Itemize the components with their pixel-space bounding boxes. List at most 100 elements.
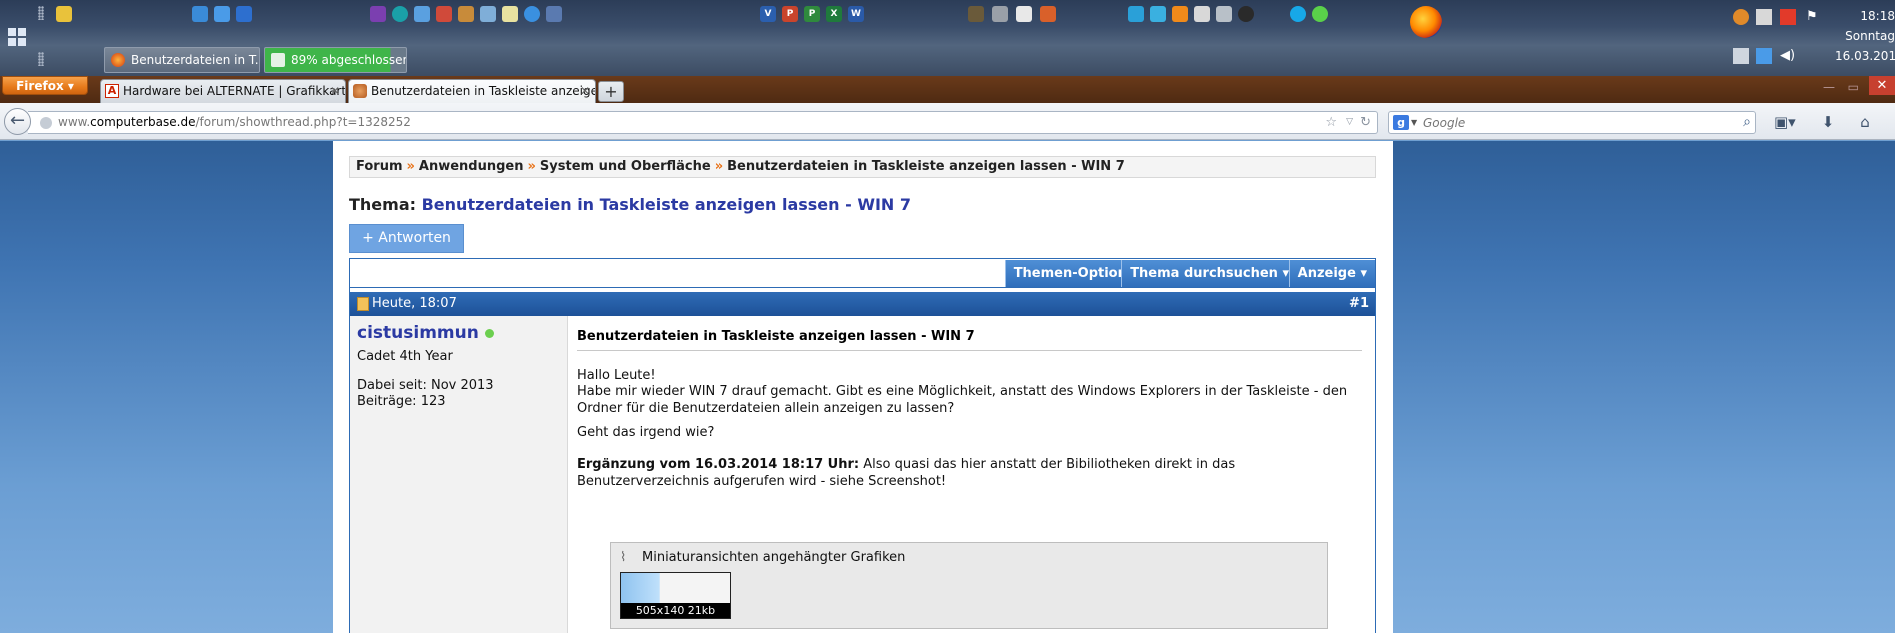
app-icon[interactable] (436, 6, 452, 22)
app-icon[interactable] (1128, 6, 1144, 22)
notepad-icon[interactable] (502, 6, 518, 22)
app-icon[interactable] (1238, 6, 1254, 22)
visio-icon[interactable]: V (760, 6, 776, 22)
search-thread-menu[interactable]: Thema durchsuchen ▾ (1121, 260, 1297, 287)
username-link[interactable]: cistusimmun (357, 323, 494, 343)
breadcrumb-system[interactable]: System und Oberfläche (540, 159, 711, 174)
page-background: Forum» Anwendungen» System und Oberfläche»… (0, 141, 1895, 633)
vlc-icon[interactable] (1172, 6, 1188, 22)
app-icon[interactable] (546, 6, 562, 22)
display-menu[interactable]: Anzeige ▾ (1288, 260, 1375, 287)
reply-button[interactable]: + Antworten (349, 224, 464, 253)
post-title: Benutzerdateien in Taskleiste anzeigen l… (577, 329, 1362, 351)
app-icon[interactable] (1150, 6, 1166, 22)
chevron-down-icon[interactable]: ▼ (1411, 114, 1417, 131)
powerpoint-icon[interactable]: P (782, 6, 798, 22)
start-button[interactable] (8, 28, 28, 48)
dropbox-icon[interactable] (1756, 48, 1772, 64)
google-icon[interactable]: g (1393, 115, 1409, 130)
app-icon[interactable] (192, 6, 208, 22)
post-number-link[interactable]: #1 (1349, 292, 1369, 316)
speaker-icon[interactable] (1216, 6, 1232, 22)
tray-app-icon[interactable] (1780, 9, 1796, 25)
virtualbox-icon[interactable] (480, 6, 496, 22)
url-bar[interactable]: www.computerbase.de/forum/showthread.php… (28, 111, 1378, 134)
home-icon[interactable]: ⌂ (1855, 113, 1875, 131)
skype-icon[interactable] (1290, 6, 1306, 22)
close-window-icon[interactable]: ✕ (1869, 76, 1895, 95)
breadcrumb-thread[interactable]: Benutzerdateien in Taskleiste anzeigen l… (727, 159, 1125, 174)
app-icon[interactable] (1194, 6, 1210, 22)
search-input[interactable] (1423, 113, 1723, 132)
toolbar-grip[interactable] (38, 6, 44, 20)
attachment-thumbnail[interactable]: 505x140 21kb (620, 572, 731, 619)
breadcrumb: Forum» Anwendungen» System und Oberfläche»… (349, 156, 1376, 178)
new-tab-button[interactable]: + (598, 81, 624, 102)
close-tab-icon[interactable]: ✕ (580, 80, 590, 102)
user-posts: Beiträge: 123 (357, 394, 446, 409)
back-button[interactable]: ← (4, 108, 31, 135)
search-bar: g ▼ ⌕ (1388, 111, 1756, 134)
arduino-icon[interactable] (392, 6, 408, 22)
forum-content: Forum» Anwendungen» System und Oberfläche»… (333, 141, 1393, 633)
folder-icon[interactable] (56, 6, 72, 22)
visual-studio-icon[interactable] (370, 6, 386, 22)
firefox-icon[interactable] (1410, 6, 1442, 38)
taskbar-task-download[interactable]: 89% abgeschlossen (264, 47, 407, 73)
firefox-icon (111, 53, 125, 67)
thread-title-link[interactable]: Benutzerdateien in Taskleiste anzeigen l… (422, 195, 911, 214)
reload-icon[interactable]: ↻ (1360, 113, 1371, 132)
dropbox-icon[interactable] (214, 6, 230, 22)
user-info-panel: cistusimmun Cadet 4th Year Dabei seit: N… (350, 316, 568, 633)
bookmarks-icon[interactable]: ▣▾ (1774, 113, 1796, 131)
search-icon[interactable]: ⌕ (1743, 112, 1751, 133)
icq-icon[interactable] (1312, 6, 1328, 22)
close-tab-icon[interactable]: ✕ (330, 80, 340, 102)
breadcrumb-forum[interactable]: Forum (356, 159, 403, 174)
browser-tab-strip: Firefox ▾ A Hardware bei ALTERNATE | Gra… (0, 76, 1895, 103)
download-arrow-icon[interactable]: ⬇ (1818, 113, 1838, 131)
globe-icon (40, 117, 52, 129)
toolbar-grip[interactable] (38, 52, 44, 66)
taskbar-task-firefox[interactable]: Benutzerdateien in T... (104, 47, 260, 73)
post-question: Geht das irgend wie? (577, 425, 715, 440)
network-icon[interactable] (1733, 48, 1749, 64)
tray-app-icon[interactable] (1756, 9, 1772, 25)
app-icon[interactable] (992, 6, 1008, 22)
bookmark-star-icon[interactable]: ☆ (1325, 113, 1337, 132)
tab-alternate[interactable]: A Hardware bei ALTERNATE | Grafikkart...… (100, 79, 346, 103)
tray-app-icon[interactable] (1733, 9, 1749, 25)
post-container: Themen-Optionen ▾ Thema durchsuchen ▾ An… (349, 258, 1376, 633)
minimize-icon[interactable]: — (1823, 78, 1835, 96)
post-text: Habe mir wieder WIN 7 drauf gemacht. Gib… (577, 384, 1348, 416)
game-icon[interactable] (968, 6, 984, 22)
alternate-favicon: A (105, 84, 119, 98)
post-icon (357, 297, 369, 311)
navigation-bar: www.computerbase.de/forum/showthread.php… (0, 103, 1895, 140)
app-icon[interactable] (1040, 6, 1056, 22)
breadcrumb-anwendungen[interactable]: Anwendungen (419, 159, 524, 174)
word-icon[interactable]: W (848, 6, 864, 22)
excel-icon[interactable]: X (826, 6, 842, 22)
maximize-icon[interactable]: ▭ (1848, 78, 1859, 96)
remote-desktop-icon[interactable] (236, 6, 252, 22)
download-icon (271, 53, 285, 67)
user-joined: Dabei seit: Nov 2013 (357, 378, 494, 393)
project-icon[interactable]: P (804, 6, 820, 22)
app-icon[interactable] (1016, 6, 1032, 22)
app-icon[interactable] (414, 6, 430, 22)
system-clock[interactable]: 18:18 Sonntag 16.03.2014 (1835, 6, 1895, 66)
thumbnail-caption: 505x140 21kb (635, 604, 716, 617)
volume-icon[interactable]: ◀) (1780, 48, 1796, 64)
tab-computerbase[interactable]: Benutzerdateien in Taskleiste anzeige...… (348, 79, 596, 103)
flag-icon[interactable]: ⚑ (1806, 9, 1822, 25)
app-icon[interactable] (458, 6, 474, 22)
thread-toolbar: Themen-Optionen ▾ Thema durchsuchen ▾ An… (350, 259, 1375, 288)
app-icon[interactable] (524, 6, 540, 22)
firefox-menu-button[interactable]: Firefox ▾ (2, 76, 88, 95)
attachments-box: ⌇ Miniaturansichten angehängter Grafiken… (610, 542, 1328, 629)
user-rank: Cadet 4th Year (357, 349, 453, 364)
url-text[interactable]: www.computerbase.de/forum/showthread.php… (58, 112, 411, 133)
online-status-icon (484, 328, 494, 338)
dropdown-arrow-icon[interactable]: ▽ (1346, 113, 1353, 132)
